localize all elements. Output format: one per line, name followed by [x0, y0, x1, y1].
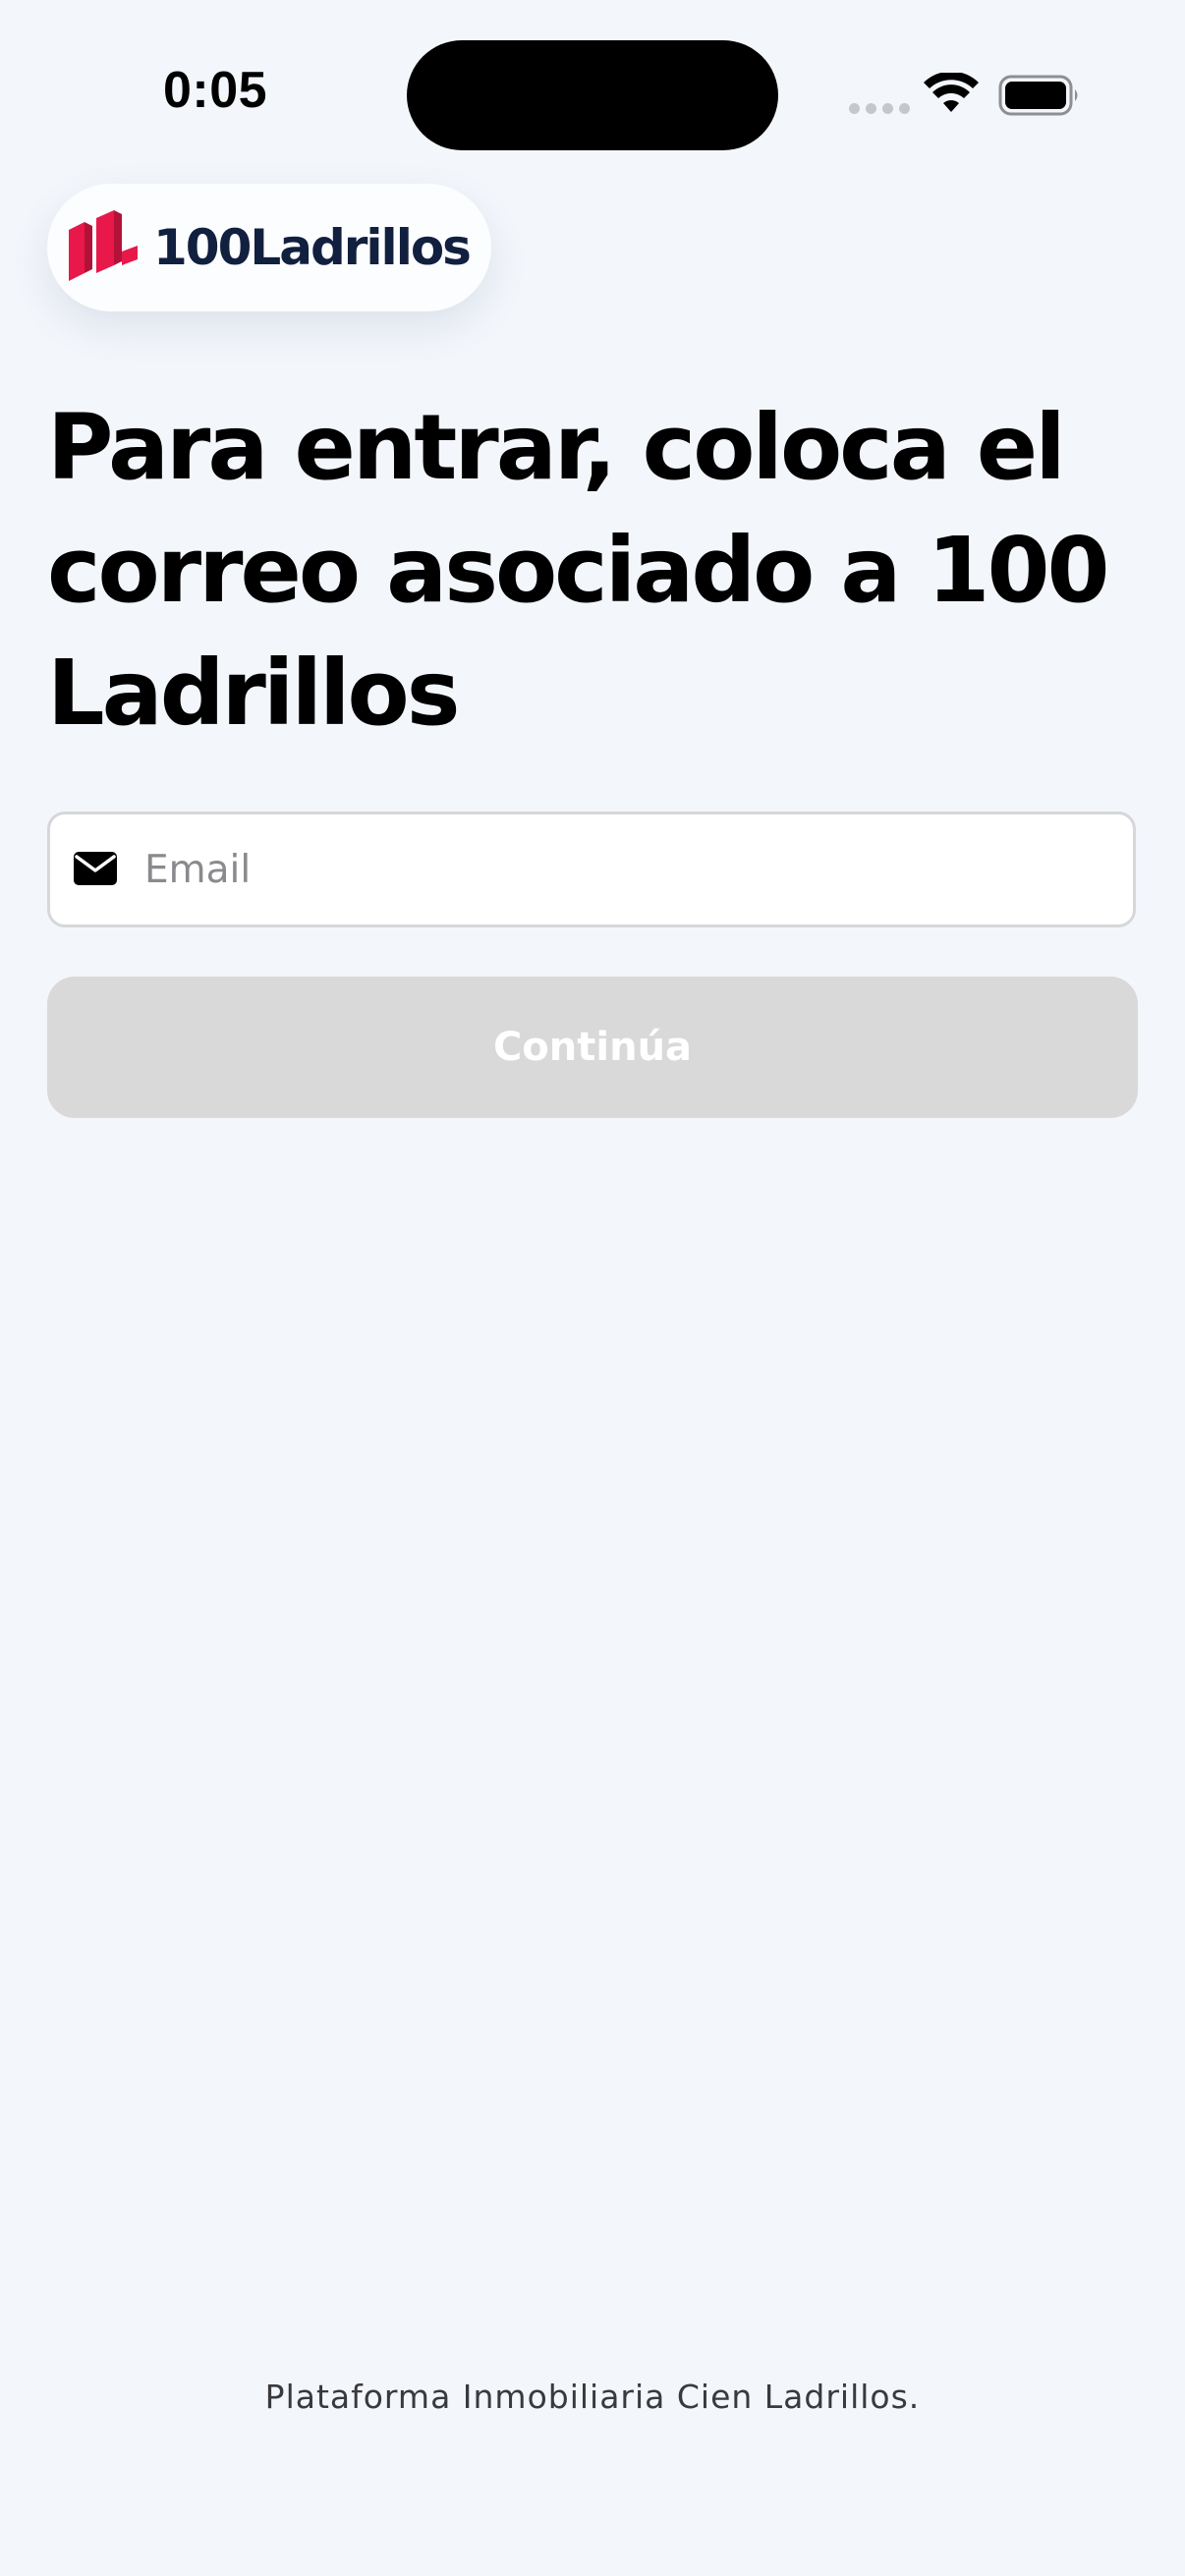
- status-time: 0:05: [163, 62, 268, 119]
- status-bar: 0:05: [0, 0, 1185, 187]
- page-title: Para entrar, coloca el correo asociado a…: [47, 395, 1110, 746]
- brick-logo-icon: [69, 210, 138, 281]
- dynamic-island: [407, 40, 778, 150]
- logo-text: 100Ladrillos: [153, 219, 472, 276]
- brand-logo: 100Ladrillos: [47, 184, 491, 311]
- email-field[interactable]: [47, 812, 1136, 927]
- cellular-signal-icon: [849, 103, 910, 114]
- continue-button[interactable]: Continúa: [47, 977, 1138, 1118]
- wifi-icon: [924, 73, 979, 112]
- email-input[interactable]: [144, 814, 1107, 924]
- battery-icon: [998, 75, 1078, 116]
- footer-text: Plataforma Inmobiliaria Cien Ladrillos.: [264, 2378, 921, 2416]
- envelope-icon: [74, 852, 117, 885]
